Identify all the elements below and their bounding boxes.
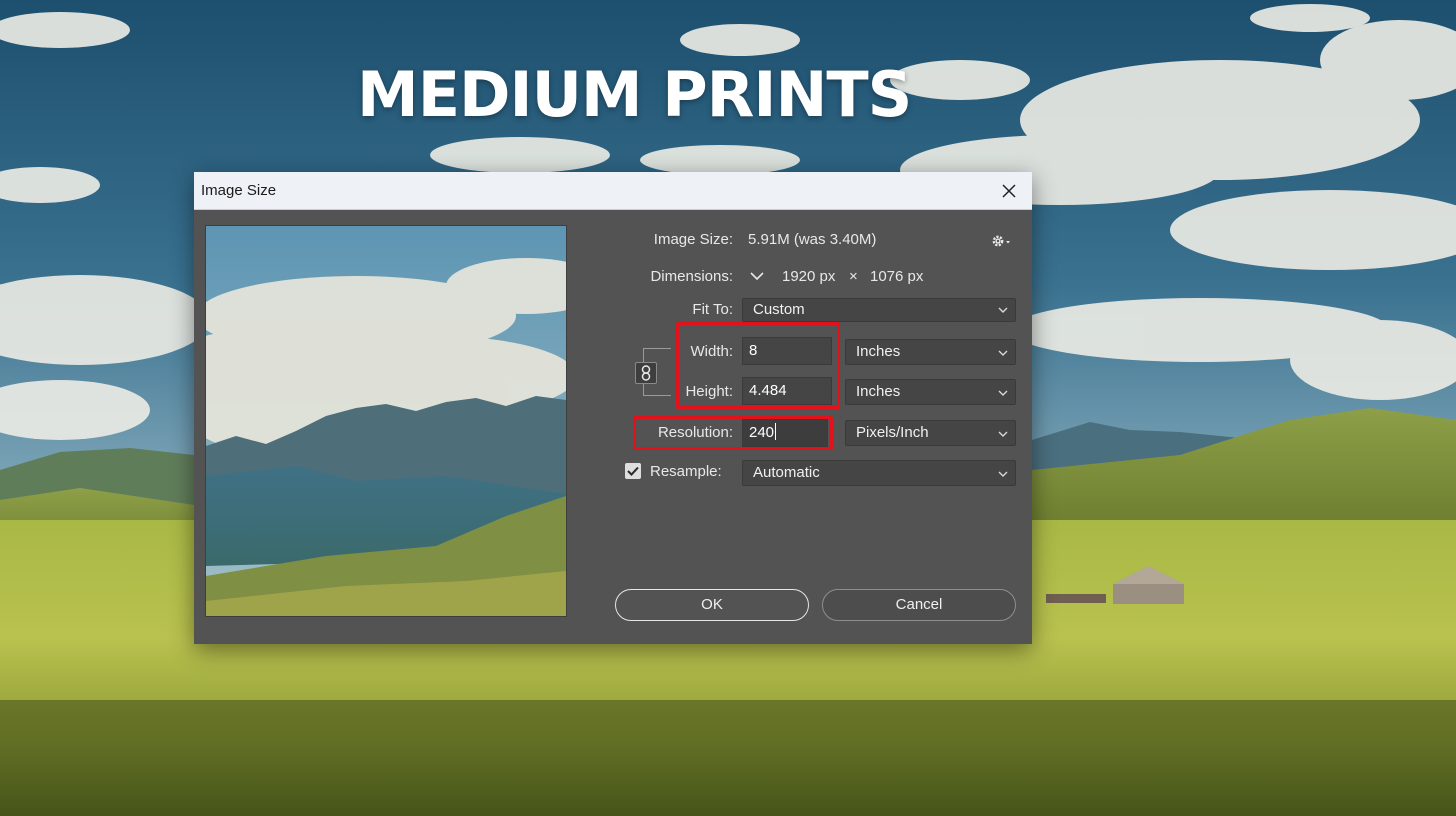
fit-to-label: Fit To: [692,301,733,318]
image-size-label: Image Size: [653,231,733,248]
dimensions-width-value: 1920 px [782,268,836,285]
chevron-down-icon [998,390,1008,396]
resolution-unit-value: Pixels/Inch [856,424,929,441]
chevron-down-icon [998,307,1008,313]
fit-to-select[interactable]: Custom [742,298,1016,322]
dimensions-height-value: 1076 px [870,268,924,285]
ok-button[interactable]: OK [615,589,809,621]
close-icon [1002,184,1016,198]
settings-gear-button[interactable] [991,232,1013,250]
chevron-down-icon [998,431,1008,437]
image-size-dialog: Image Size Image Size: 5.91M (was 3.40M)… [194,172,1032,644]
constrain-proportions-toggle[interactable] [635,362,657,384]
image-preview[interactable] [206,226,566,616]
headline-text: MEDIUM PRINTS [357,58,912,131]
fit-to-value: Custom [753,301,805,318]
constrain-bracket-bottom [643,382,671,396]
gear-icon [992,235,1010,247]
dimensions-label: Dimensions: [650,268,733,285]
dimensions-times-sign: × [849,268,858,285]
dialog-title: Image Size [201,182,277,199]
resample-checkbox[interactable] [625,463,641,479]
resolution-highlight [633,416,833,450]
resample-method-select[interactable]: Automatic [742,460,1016,486]
width-height-highlight [676,322,840,409]
resample-label: Resample: [650,463,722,480]
chevron-down-icon [998,471,1008,477]
width-unit-select[interactable]: Inches [845,339,1016,365]
chevron-down-icon [750,272,764,281]
height-unit-value: Inches [856,383,901,400]
constrain-bracket-top [643,348,671,363]
resample-method-value: Automatic [753,464,820,481]
image-size-value: 5.91M (was 3.40M) [748,231,877,248]
preview-image [206,226,566,616]
checkmark-icon [627,466,639,476]
close-button[interactable] [996,178,1022,204]
chevron-down-icon [998,350,1008,356]
cancel-button[interactable]: Cancel [822,589,1016,621]
resolution-unit-select[interactable]: Pixels/Inch [845,420,1016,446]
link-icon [641,365,651,381]
height-unit-select[interactable]: Inches [845,379,1016,405]
dimensions-units-toggle[interactable] [748,267,766,285]
dialog-titlebar: Image Size [194,172,1032,210]
width-unit-value: Inches [856,343,901,360]
